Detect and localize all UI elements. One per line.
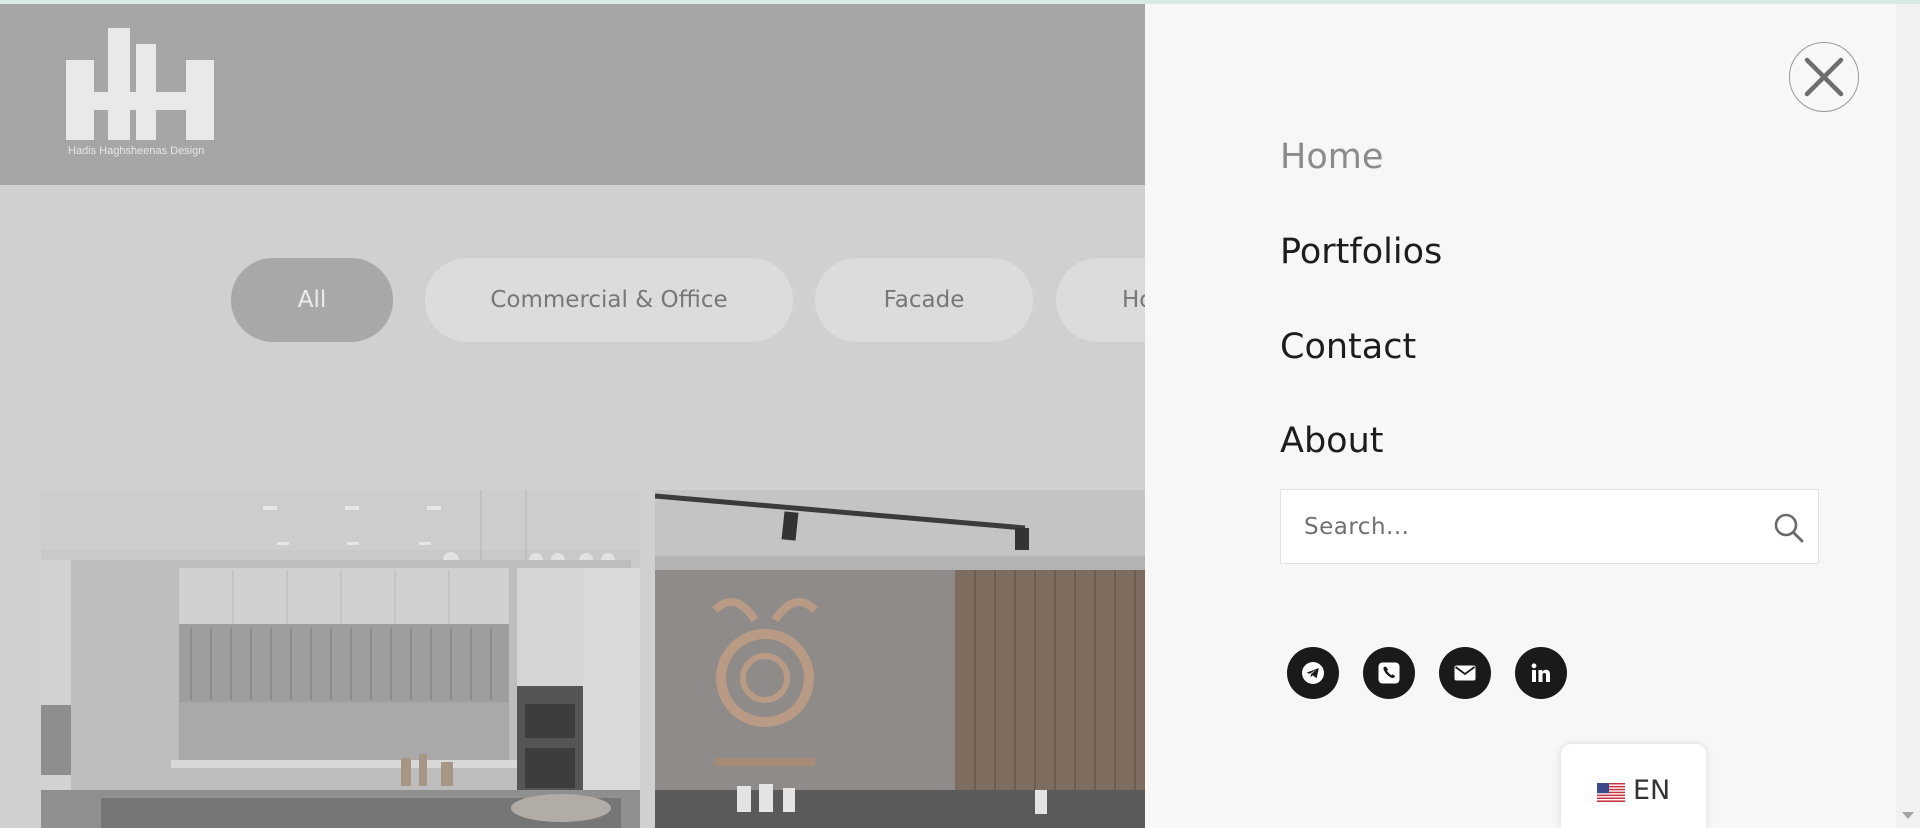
- page-scrollbar[interactable]: [1896, 4, 1920, 828]
- side-menu-panel: [1145, 4, 1896, 828]
- close-menu-button[interactable]: [1789, 42, 1859, 112]
- linkedin-button[interactable]: [1515, 647, 1567, 699]
- filter-facade[interactable]: Facade: [815, 258, 1033, 342]
- kitchen-image: [41, 490, 640, 828]
- language-switcher[interactable]: EN: [1561, 744, 1706, 828]
- language-label: EN: [1633, 775, 1671, 806]
- us-flag-icon: [1597, 783, 1625, 802]
- search-input[interactable]: [1282, 491, 1752, 562]
- search-icon: [1774, 513, 1804, 543]
- menu-item-contact[interactable]: Contact: [1280, 330, 1416, 365]
- portfolio-card-office[interactable]: [655, 490, 1145, 828]
- phone-icon: [1378, 662, 1400, 684]
- top-border: [0, 0, 1920, 4]
- search-button[interactable]: [1773, 512, 1805, 544]
- telegram-button[interactable]: [1287, 647, 1339, 699]
- logo-mark-icon: [66, 28, 214, 140]
- menu-item-portfolios[interactable]: Portfolios: [1280, 235, 1442, 270]
- site-logo[interactable]: Hadis Haghsheenas Design: [66, 28, 214, 163]
- logo-text: Hadis Haghsheenas Design: [68, 145, 205, 157]
- office-image: [655, 490, 1145, 828]
- linkedin-icon: [1531, 663, 1550, 682]
- close-icon: [1804, 57, 1844, 97]
- site-header: Hadis Haghsheenas Design: [0, 4, 1145, 185]
- filter-all[interactable]: All: [231, 258, 393, 342]
- email-button[interactable]: [1439, 647, 1491, 699]
- menu-item-about[interactable]: About: [1280, 424, 1383, 459]
- menu-item-home[interactable]: Home: [1280, 140, 1383, 175]
- portfolio-card-kitchen[interactable]: [41, 490, 640, 828]
- telegram-icon: [1302, 662, 1324, 684]
- email-icon: [1454, 665, 1476, 681]
- portfolio-filter-bar: All Commercial & Office Facade Ho: [0, 258, 1145, 344]
- filter-commercial-office[interactable]: Commercial & Office: [425, 258, 793, 342]
- phone-button[interactable]: [1363, 647, 1415, 699]
- search-form: [1280, 489, 1819, 564]
- filter-partial[interactable]: Ho: [1056, 258, 1145, 342]
- scroll-down-arrow-icon[interactable]: [1902, 812, 1914, 819]
